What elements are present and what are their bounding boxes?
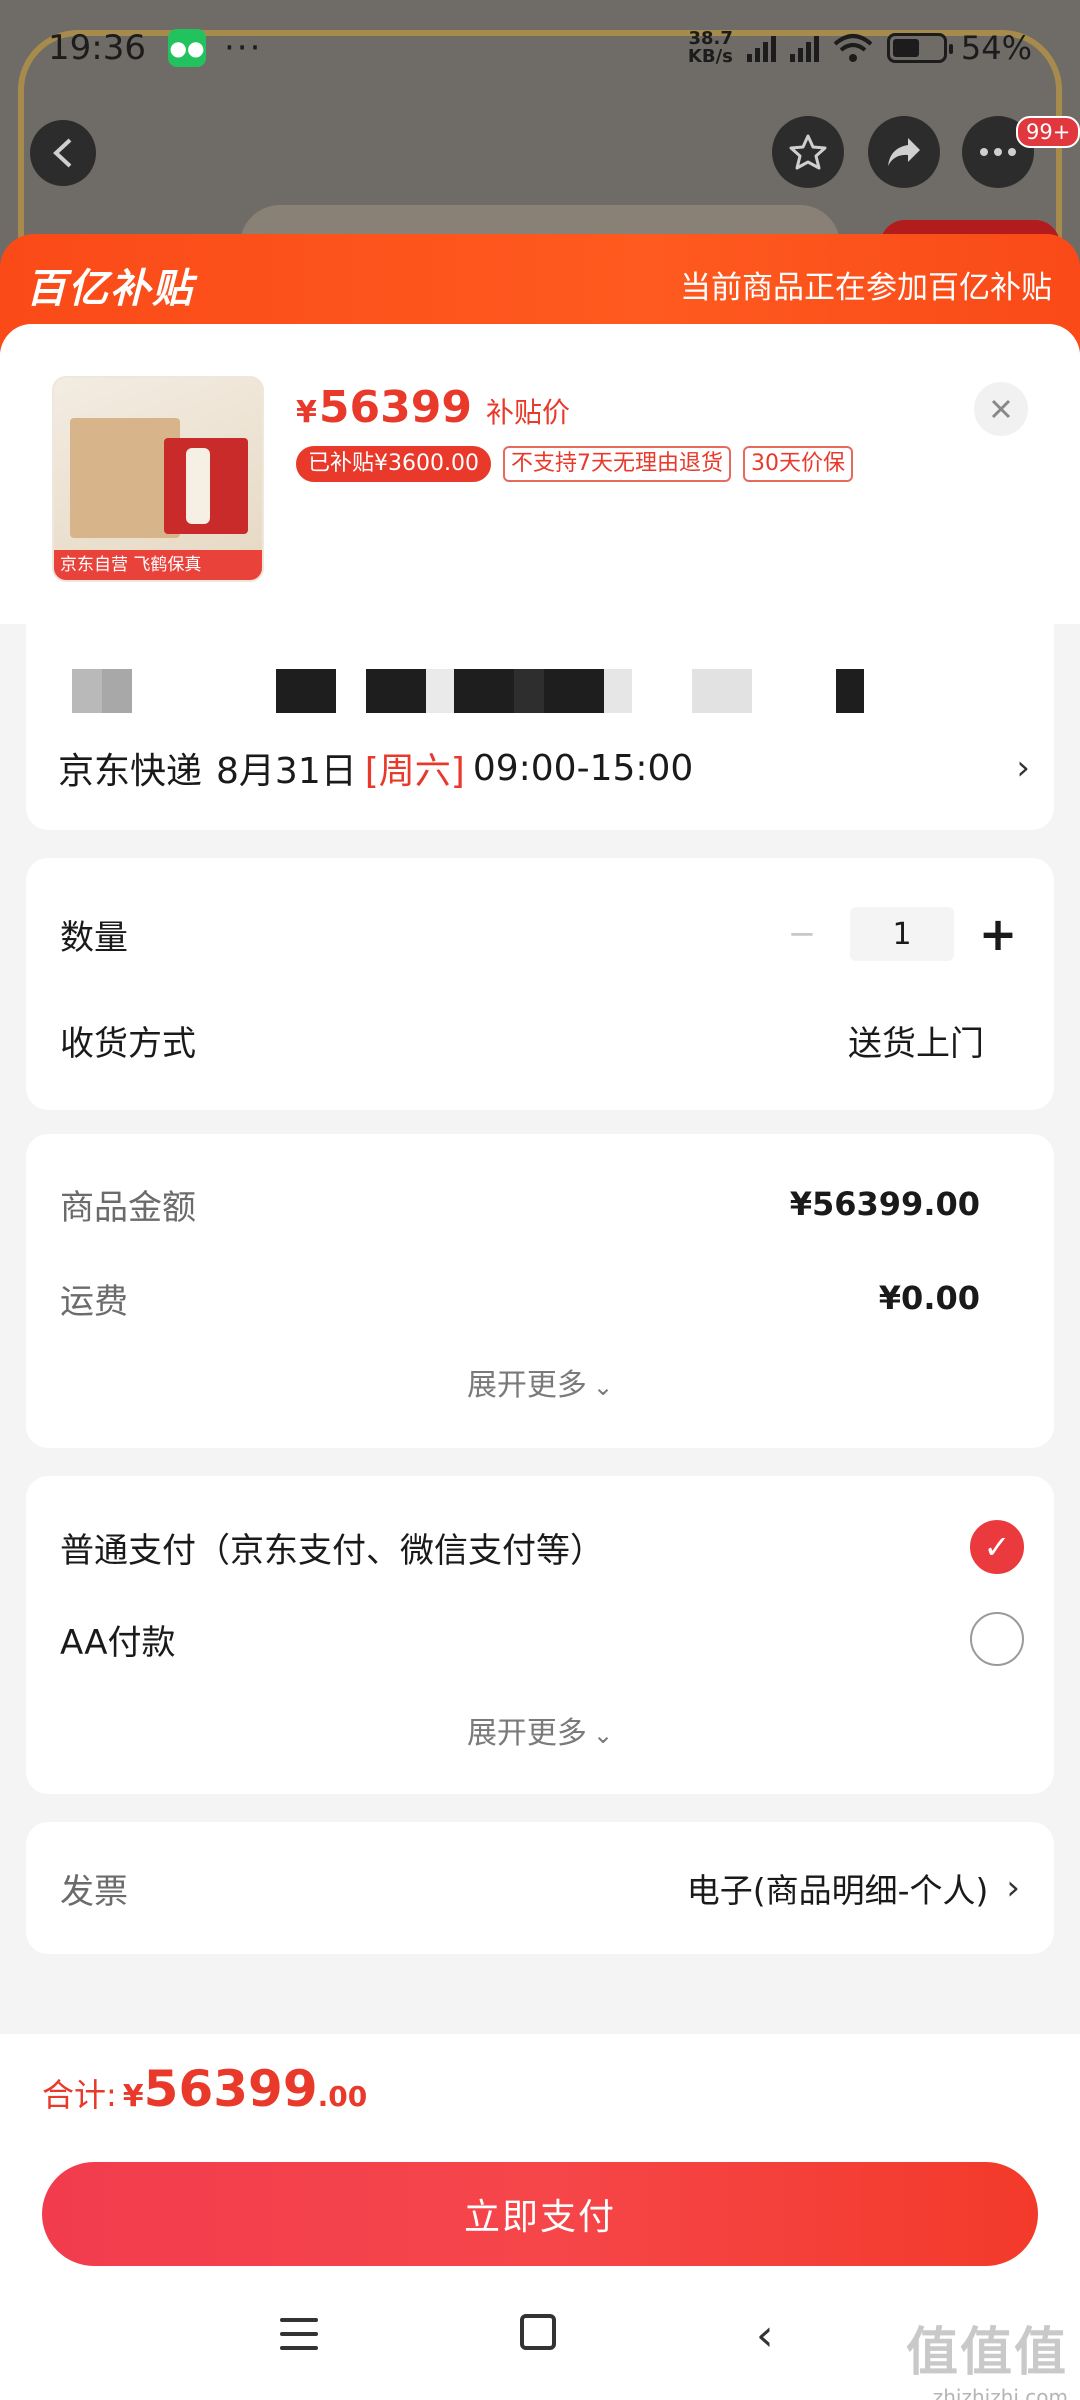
favorite-button[interactable] bbox=[772, 116, 844, 188]
signal-icon bbox=[746, 34, 776, 62]
quantity-row: 数量 − 1 + bbox=[60, 906, 1020, 962]
invoice-label: 发票 bbox=[60, 1871, 128, 1912]
message-count-badge: 99+ bbox=[1016, 116, 1080, 148]
battery-icon bbox=[886, 33, 953, 63]
chevron-down-icon: ⌄ bbox=[592, 1721, 614, 1749]
product-bottle-image bbox=[186, 448, 210, 524]
status-time: 19:36 bbox=[48, 28, 146, 68]
quantity-card: 数量 − 1 + 收货方式 送货上门 bbox=[26, 858, 1054, 1110]
product-price: ¥ 56399 补贴价 bbox=[296, 382, 570, 433]
expand-payment-button[interactable]: 展开更多 ⌄ bbox=[26, 1708, 1054, 1752]
wifi-icon bbox=[833, 34, 873, 62]
status-right: 38.7 KB/s 54% bbox=[688, 29, 1032, 67]
status-more-dots: ··· bbox=[223, 28, 263, 68]
checkmark-icon[interactable]: ✓ bbox=[970, 1520, 1024, 1574]
payment-option-aa[interactable]: AA付款 bbox=[60, 1606, 1024, 1672]
pay-now-button[interactable]: 立即支付 bbox=[42, 2162, 1038, 2266]
delivery-time-row[interactable]: 京东快递 8月31日 [周六] 09:00-15:00 › bbox=[58, 742, 1048, 794]
back-button[interactable] bbox=[30, 120, 96, 186]
delivery-carrier: 京东快递 bbox=[58, 751, 203, 792]
quantity-stepper: − 1 + bbox=[780, 907, 1020, 961]
star-icon bbox=[789, 134, 827, 170]
subsidy-note: 当前商品正在参加百亿补贴 bbox=[680, 270, 1052, 306]
delivery-time-window: 09:00-15:00 bbox=[472, 747, 694, 789]
close-button[interactable] bbox=[974, 382, 1028, 436]
close-icon bbox=[991, 399, 1011, 419]
price-value: 56399 bbox=[318, 382, 472, 433]
delivery-date: 8月31日 bbox=[216, 751, 357, 792]
wechat-icon: ●● bbox=[167, 29, 206, 67]
payment-option-normal[interactable]: 普通支付（京东支付、微信支付等） ✓ bbox=[60, 1514, 1024, 1580]
receive-method-label: 收货方式 bbox=[60, 1023, 196, 1064]
price-label: 补贴价 bbox=[485, 396, 570, 429]
invoice-row[interactable]: 发票 电子(商品明细-个人) › bbox=[60, 1858, 1020, 1918]
address-card[interactable]: 京东快递 8月31日 [周六] 09:00-15:00 › bbox=[26, 624, 1054, 830]
goods-amount-label: 商品金额 bbox=[60, 1187, 196, 1228]
signal-icon-2 bbox=[789, 34, 819, 62]
product-tags: 已补贴¥3600.00 不支持7天无理由退货 30天价保 bbox=[296, 446, 853, 482]
chevron-right-icon: › bbox=[1016, 748, 1030, 788]
watermark-logo: 值值值 bbox=[905, 2323, 1068, 2383]
shipping-fee-row: 运费 ¥0.00 bbox=[60, 1268, 1020, 1328]
redacted-address bbox=[44, 669, 1054, 713]
subsidy-amount-tag: 已补贴¥3600.00 bbox=[296, 446, 491, 482]
more-dots-icon bbox=[980, 148, 1016, 156]
battery-percent: 54% bbox=[960, 29, 1032, 67]
radio-unchecked-icon[interactable] bbox=[970, 1612, 1024, 1666]
amount-card: 商品金额 ¥56399.00 运费 ¥0.00 展开更多 ⌄ bbox=[26, 1134, 1054, 1448]
menu-icon[interactable] bbox=[280, 2318, 318, 2350]
expand-payment-label: 展开更多 bbox=[466, 1716, 587, 1751]
share-button[interactable] bbox=[868, 116, 940, 188]
product-thumb-tag: 京东自营 飞鹤保真 bbox=[54, 550, 262, 580]
expand-amounts-label: 展开更多 bbox=[466, 1368, 587, 1403]
goods-amount-value: ¥56399.00 bbox=[789, 1185, 980, 1223]
status-bar: 19:36 ●● ··· 38.7 KB/s 54% bbox=[0, 0, 1080, 96]
top-nav: 99+ bbox=[0, 116, 1080, 196]
network-speed-unit: KB/s bbox=[687, 46, 733, 67]
payment-option-aa-label: AA付款 bbox=[60, 1622, 176, 1663]
receive-method-row[interactable]: 收货方式 送货上门 bbox=[60, 1012, 1020, 1068]
chevron-left-icon bbox=[53, 138, 72, 168]
system-back-icon[interactable]: ‹ bbox=[756, 2310, 774, 2361]
delivery-weekday: [周六] bbox=[364, 751, 465, 792]
receive-method-value: 送货上门 bbox=[848, 1023, 984, 1064]
quantity-label: 数量 bbox=[60, 917, 128, 958]
total-decimal: .00 bbox=[317, 2080, 368, 2113]
subsidy-logo: 百亿补贴 bbox=[26, 266, 194, 312]
product-summary: 京东自营 飞鹤保真 ¥ 56399 补贴价 已补贴¥3600.00 不支持7天无… bbox=[0, 324, 1080, 624]
chevron-right-icon: › bbox=[1006, 1868, 1020, 1908]
invoice-value: 电子(商品明细-个人) bbox=[686, 1871, 989, 1910]
network-speed: 38.7 KB/s bbox=[688, 30, 733, 66]
chevron-down-icon: ⌄ bbox=[592, 1373, 614, 1401]
goods-amount-row: 商品金额 ¥56399.00 bbox=[60, 1174, 1020, 1234]
price-symbol: ¥ bbox=[296, 395, 317, 430]
quantity-input[interactable]: 1 bbox=[850, 907, 954, 961]
shipping-fee-label: 运费 bbox=[60, 1281, 128, 1322]
total-amount: 合计: ¥ 56399 .00 bbox=[42, 2060, 367, 2118]
total-symbol: ¥ bbox=[122, 2079, 144, 2114]
no-return-tag: 不支持7天无理由退货 bbox=[502, 446, 731, 482]
invoice-card[interactable]: 发票 电子(商品明细-个人) › bbox=[26, 1822, 1054, 1954]
payment-method-card: 普通支付（京东支付、微信支付等） ✓ AA付款 展开更多 ⌄ bbox=[26, 1476, 1054, 1794]
watermark: 值值值 zhizhizhi.com bbox=[906, 2310, 1068, 2400]
share-icon bbox=[888, 138, 920, 166]
shipping-fee-value: ¥0.00 bbox=[878, 1279, 980, 1317]
total-value: 56399 bbox=[143, 2060, 318, 2118]
payment-option-normal-label: 普通支付（京东支付、微信支付等） bbox=[60, 1530, 604, 1571]
expand-amounts-button[interactable]: 展开更多 ⌄ bbox=[26, 1360, 1054, 1404]
total-label: 合计: bbox=[42, 2076, 117, 2114]
price-protect-tag: 30天价保 bbox=[742, 446, 853, 482]
quantity-decrease-button[interactable]: − bbox=[780, 914, 824, 954]
product-thumbnail[interactable]: 京东自营 飞鹤保真 bbox=[52, 376, 264, 582]
battery-level bbox=[892, 39, 919, 57]
watermark-url: zhizhizhi.com bbox=[932, 2385, 1068, 2400]
home-icon[interactable] bbox=[520, 2314, 556, 2350]
quantity-increase-button[interactable]: + bbox=[976, 907, 1020, 961]
